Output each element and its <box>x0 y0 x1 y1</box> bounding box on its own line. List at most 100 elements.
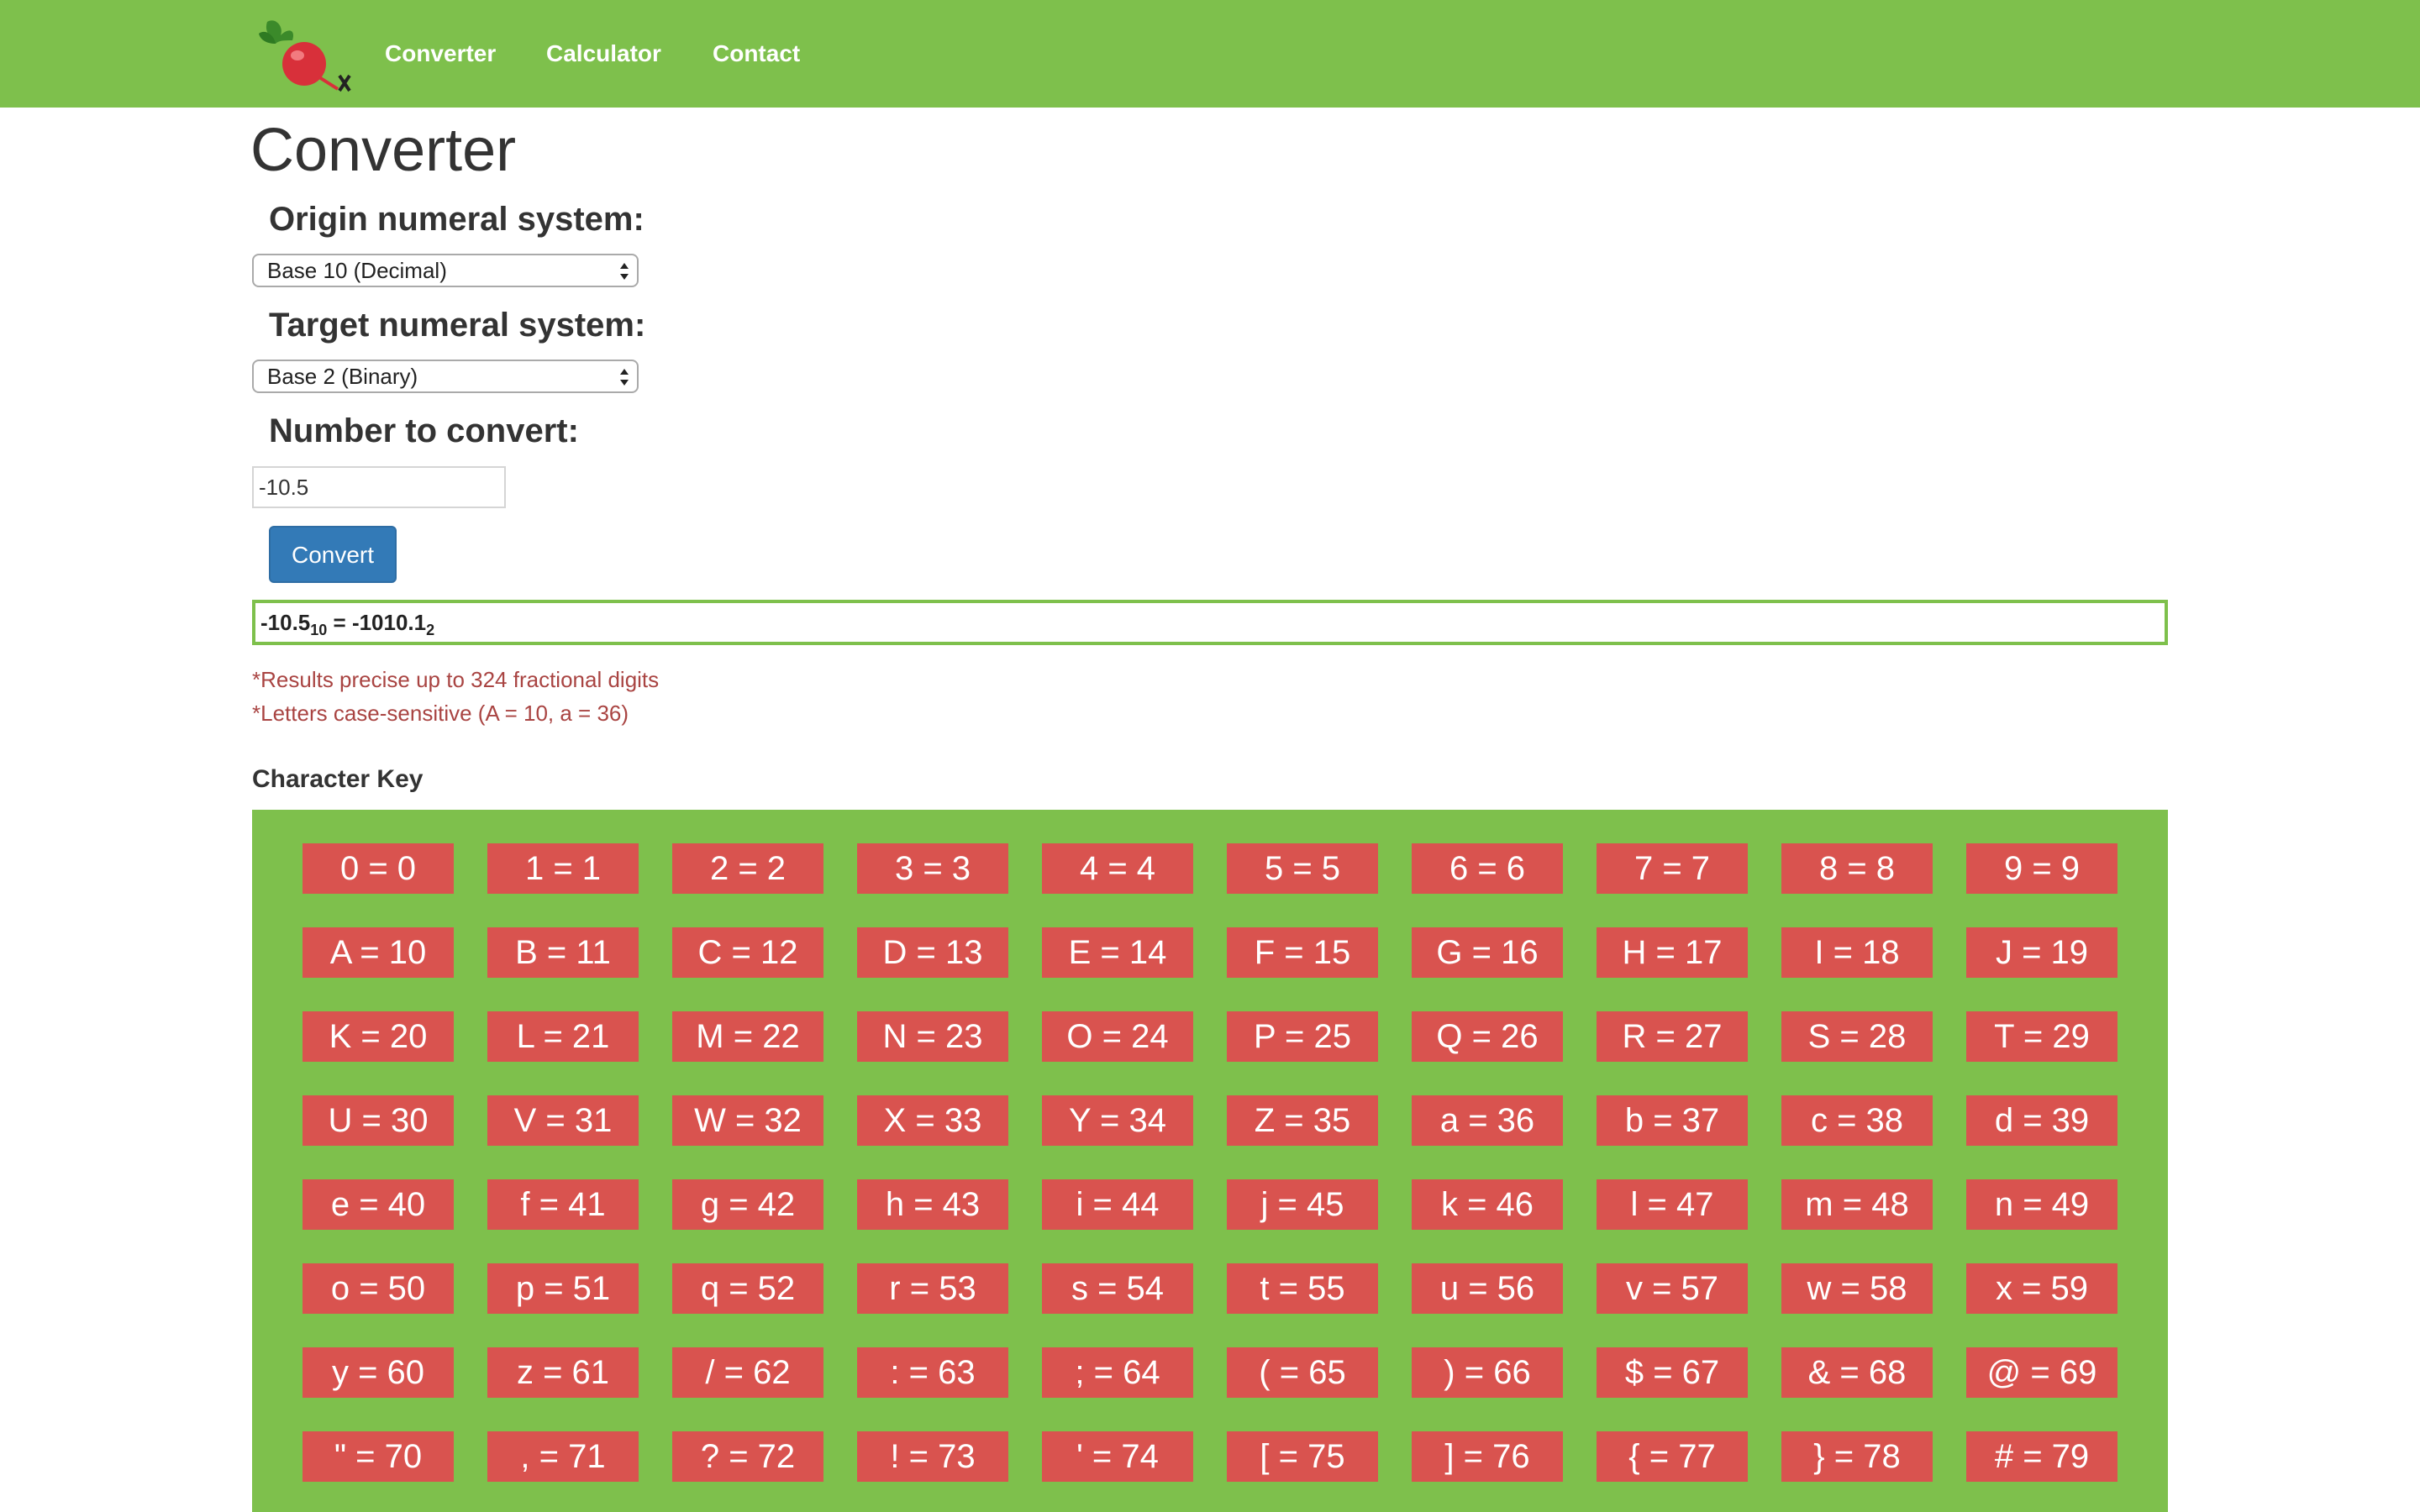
character-key-item: d = 39 <box>1966 1095 2118 1146</box>
character-key-item: , = 71 <box>487 1431 639 1482</box>
result-output-base: 2 <box>426 622 435 638</box>
character-key-item: b = 37 <box>1597 1095 1748 1146</box>
character-key-item: m = 48 <box>1781 1179 1933 1230</box>
character-key-item: ) = 66 <box>1412 1347 1563 1398</box>
character-key-item: i = 44 <box>1042 1179 1193 1230</box>
character-key-item: O = 24 <box>1042 1011 1193 1062</box>
character-key-item: Y = 34 <box>1042 1095 1193 1146</box>
character-key-item: F = 15 <box>1227 927 1378 978</box>
character-key-item: M = 22 <box>672 1011 823 1062</box>
character-key-item: s = 54 <box>1042 1263 1193 1314</box>
character-key-item: } = 78 <box>1781 1431 1933 1482</box>
character-key-title: Character Key <box>252 765 424 793</box>
character-key-item: k = 46 <box>1412 1179 1563 1230</box>
character-key-item: 9 = 9 <box>1966 843 2118 894</box>
character-key-item: J = 19 <box>1966 927 2118 978</box>
character-key-item: e = 40 <box>302 1179 454 1230</box>
result-input-base: 10 <box>310 622 328 638</box>
page-title: Converter <box>250 117 517 184</box>
nav-contact-link[interactable]: Contact <box>713 37 800 71</box>
character-key-item: R = 27 <box>1597 1011 1748 1062</box>
character-key-item: 5 = 5 <box>1227 843 1378 894</box>
character-key-item: U = 30 <box>302 1095 454 1146</box>
target-system-select[interactable]: Base 2 (Binary) <box>252 360 639 393</box>
nav-calculator-link[interactable]: Calculator <box>546 37 661 71</box>
origin-system-value: Base 10 (Decimal) <box>267 258 447 283</box>
character-key-item: D = 13 <box>857 927 1008 978</box>
character-key-item: C = 12 <box>672 927 823 978</box>
select-arrows-icon <box>620 263 629 280</box>
character-key-item: ' = 74 <box>1042 1431 1193 1482</box>
character-key-item: 2 = 2 <box>672 843 823 894</box>
character-key-item: v = 57 <box>1597 1263 1748 1314</box>
character-key-item: & = 68 <box>1781 1347 1933 1398</box>
character-key-item: 0 = 0 <box>302 843 454 894</box>
character-key-item: : = 63 <box>857 1347 1008 1398</box>
character-key-item: 8 = 8 <box>1781 843 1933 894</box>
character-key-item: B = 11 <box>487 927 639 978</box>
character-key-item: t = 55 <box>1227 1263 1378 1314</box>
character-key-item: ( = 65 <box>1227 1347 1378 1398</box>
result-box: -10.510 = -1010.12 <box>252 600 2168 645</box>
nav-converter-link[interactable]: Converter <box>385 37 496 71</box>
character-key-item: / = 62 <box>672 1347 823 1398</box>
result-input: -10.5 <box>260 610 311 635</box>
character-key-item: w = 58 <box>1781 1263 1933 1314</box>
character-key-item: u = 56 <box>1412 1263 1563 1314</box>
character-key-item: 7 = 7 <box>1597 843 1748 894</box>
character-key-item: " = 70 <box>302 1431 454 1482</box>
character-key-item: Q = 26 <box>1412 1011 1563 1062</box>
character-key-item: a = 36 <box>1412 1095 1563 1146</box>
character-key-item: j = 45 <box>1227 1179 1378 1230</box>
number-input[interactable] <box>252 466 506 508</box>
character-key-item: 6 = 6 <box>1412 843 1563 894</box>
character-key-item: P = 25 <box>1227 1011 1378 1062</box>
character-key-item: X = 33 <box>857 1095 1008 1146</box>
character-key-item: 1 = 1 <box>487 843 639 894</box>
character-key-item: S = 28 <box>1781 1011 1933 1062</box>
character-key-item: V = 31 <box>487 1095 639 1146</box>
top-navbar: Converter Calculator Contact <box>0 0 2420 108</box>
character-key-item: Z = 35 <box>1227 1095 1378 1146</box>
character-key-item: z = 61 <box>487 1347 639 1398</box>
origin-system-label: Origin numeral system: <box>269 201 644 238</box>
character-key-item: l = 47 <box>1597 1179 1748 1230</box>
character-key-item: ! = 73 <box>857 1431 1008 1482</box>
character-key-item: [ = 75 <box>1227 1431 1378 1482</box>
character-key-item: p = 51 <box>487 1263 639 1314</box>
character-key-item: x = 59 <box>1966 1263 2118 1314</box>
character-key-item: y = 60 <box>302 1347 454 1398</box>
character-key-item: 4 = 4 <box>1042 843 1193 894</box>
character-key-item: g = 42 <box>672 1179 823 1230</box>
select-arrows-icon <box>620 369 629 386</box>
target-system-value: Base 2 (Binary) <box>267 364 418 389</box>
character-key-item: N = 23 <box>857 1011 1008 1062</box>
character-key-item: ; = 64 <box>1042 1347 1193 1398</box>
character-key-panel: 0 = 0 1 = 1 2 = 2 3 = 3 4 = 4 5 = 5 6 = 6 7 = 7… <box>252 810 2168 1512</box>
character-key-item: H = 17 <box>1597 927 1748 978</box>
character-key-item: r = 53 <box>857 1263 1008 1314</box>
character-key-item: { = 77 <box>1597 1431 1748 1482</box>
character-key-item: # = 79 <box>1966 1431 2118 1482</box>
character-key-item: h = 43 <box>857 1179 1008 1230</box>
number-to-convert-label: Number to convert: <box>269 412 579 449</box>
character-key-item: ] = 76 <box>1412 1431 1563 1482</box>
character-key-item: T = 29 <box>1966 1011 2118 1062</box>
character-key-item: L = 21 <box>487 1011 639 1062</box>
character-key-item: 3 = 3 <box>857 843 1008 894</box>
character-key-item: W = 32 <box>672 1095 823 1146</box>
character-key-item: I = 18 <box>1781 927 1933 978</box>
character-key-item: A = 10 <box>302 927 454 978</box>
character-key-item: $ = 67 <box>1597 1347 1748 1398</box>
character-key-item: f = 41 <box>487 1179 639 1230</box>
character-key-item: o = 50 <box>302 1263 454 1314</box>
result-output: -1010.1 <box>351 610 427 635</box>
character-key-item: q = 52 <box>672 1263 823 1314</box>
target-system-label: Target numeral system: <box>269 307 646 344</box>
convert-button[interactable]: Convert <box>269 526 397 583</box>
character-key-item: E = 14 <box>1042 927 1193 978</box>
origin-system-select[interactable]: Base 10 (Decimal) <box>252 254 639 287</box>
result-equals: = <box>327 610 352 635</box>
character-key-item: @ = 69 <box>1966 1347 2118 1398</box>
radish-logo-icon[interactable] <box>250 15 360 92</box>
